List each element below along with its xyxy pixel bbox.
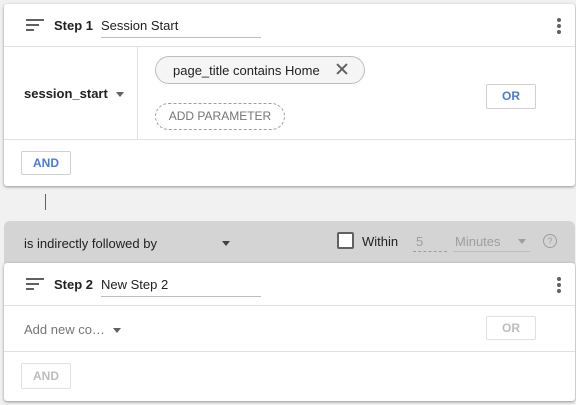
step1-and-button[interactable]: AND	[21, 151, 71, 175]
step2-name-input[interactable]: New Step 2	[101, 272, 261, 297]
chevron-down-icon	[518, 239, 526, 244]
more-vert-icon[interactable]	[557, 277, 561, 293]
within-checkbox[interactable]	[337, 232, 354, 249]
sequence-relation-value: is indirectly followed by	[24, 236, 157, 251]
step1-header: Step 1 Session Start	[4, 4, 575, 47]
sort-icon[interactable]	[26, 278, 44, 290]
sort-icon[interactable]	[26, 19, 44, 31]
step2-name-value: New Step 2	[101, 277, 169, 292]
step2-condition-row: Add new co… OR	[4, 306, 575, 352]
step1-condition-row: session_start page_title contains Home A…	[4, 47, 575, 140]
chevron-down-icon	[112, 328, 121, 334]
within-value-input[interactable]: 5	[413, 231, 447, 252]
step2-card: Step 2 New Step 2 Add new co… OR AND	[4, 263, 575, 401]
step1-label: Step 1	[54, 18, 94, 33]
add-condition-label: Add new co…	[24, 322, 105, 337]
step1-name-input[interactable]: Session Start	[101, 13, 261, 38]
parameter-chip[interactable]: page_title contains Home	[155, 56, 365, 84]
step1-name-value: Session Start	[101, 18, 179, 33]
within-unit-value: Minutes	[455, 234, 501, 249]
sequence-relation-select[interactable]: is indirectly followed by	[24, 236, 230, 251]
within-label: Within	[362, 234, 399, 249]
step1-event-name: session_start	[24, 86, 108, 101]
sequence-bar: is indirectly followed by Within 5 Minut…	[4, 221, 575, 267]
add-condition-select[interactable]: Add new co…	[24, 322, 121, 337]
step2-or-button[interactable]: OR	[486, 316, 536, 340]
help-icon[interactable]: ?	[543, 234, 557, 248]
parameter-chip-label: page_title contains Home	[173, 63, 320, 78]
more-vert-icon[interactable]	[557, 18, 561, 34]
step1-card: Step 1 Session Start session_start page_…	[4, 4, 575, 186]
chevron-down-icon	[115, 92, 124, 98]
step2-header: Step 2 New Step 2	[4, 263, 575, 306]
chevron-down-icon	[222, 241, 230, 246]
add-parameter-button[interactable]: ADD PARAMETER	[155, 103, 285, 130]
divider	[137, 47, 138, 139]
step1-or-button[interactable]: OR	[486, 84, 536, 109]
step1-event-select[interactable]: session_start	[24, 86, 124, 101]
step2-and-button[interactable]: AND	[21, 363, 71, 389]
step-connector-line	[45, 194, 46, 210]
within-unit-select[interactable]: Minutes	[453, 231, 530, 252]
step2-label: Step 2	[54, 277, 94, 292]
close-icon[interactable]	[336, 63, 348, 75]
